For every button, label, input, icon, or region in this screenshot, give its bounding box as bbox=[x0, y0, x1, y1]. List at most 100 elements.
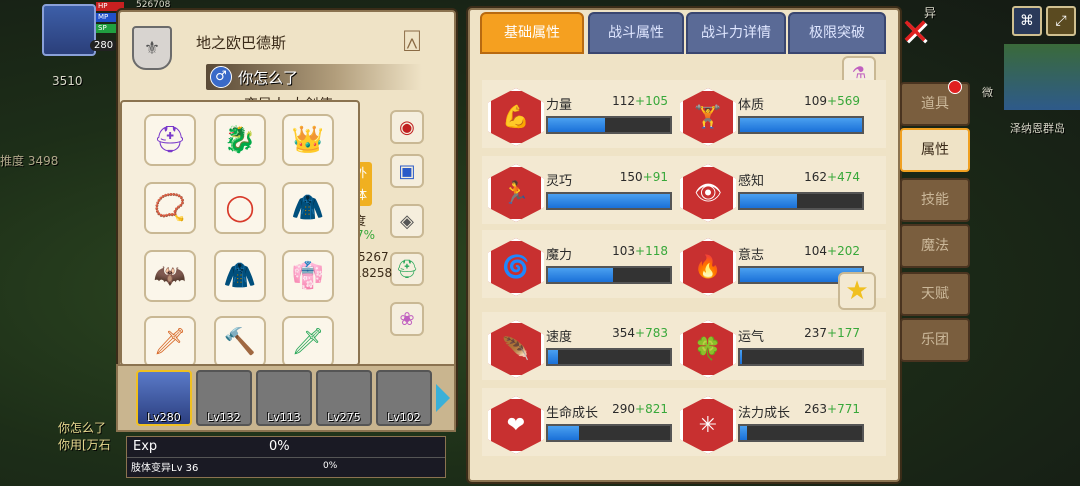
party-member-level: Lv102 bbox=[387, 411, 421, 424]
tab-combat-attributes[interactable]: 战斗属性 bbox=[588, 12, 684, 54]
side-menu-1[interactable]: 属性 bbox=[900, 128, 970, 172]
green-helmet-icon[interactable]: ⛑ bbox=[390, 252, 424, 286]
silver-hammer-icon[interactable]: 🔨 bbox=[214, 316, 266, 368]
stat-name: 体质 bbox=[738, 98, 765, 113]
side-menu-3[interactable]: 魔法 bbox=[900, 224, 970, 268]
stat-name: 魔力 bbox=[546, 248, 573, 263]
next-arrow-icon[interactable] bbox=[436, 384, 450, 412]
gold-counter: 3510 bbox=[52, 74, 83, 88]
party-member[interactable]: Lv132 bbox=[196, 370, 252, 426]
stat-cell[interactable]: ✳ 法力成长 263+771 bbox=[674, 388, 864, 456]
stat-base: 162 bbox=[804, 170, 828, 184]
player-level-badge: 280 bbox=[90, 40, 118, 51]
muscle-arm-icon: 💪 bbox=[488, 88, 544, 146]
red-ring-necklace-icon[interactable]: ◯ bbox=[214, 182, 266, 234]
tab-basic-attributes[interactable]: 基础属性 bbox=[480, 12, 584, 54]
stat-value: 150+91 bbox=[620, 170, 668, 184]
side-menu-label: 天赋 bbox=[921, 286, 949, 302]
party-member-level: Lv275 bbox=[327, 411, 361, 424]
stat-progress-fill bbox=[548, 268, 613, 282]
dragon-head-icon[interactable]: 🐉 bbox=[214, 114, 266, 166]
stat-cell[interactable]: 🌀 魔力 103+118 bbox=[482, 230, 672, 298]
stats-panel: 基础属性 战斗属性 战斗力详情 极限突破 ⚗ 💪 力量 112+105 🏋 体质 109+… bbox=[468, 8, 900, 482]
expand-icon[interactable]: ⤢ bbox=[1046, 6, 1076, 36]
stat-cell[interactable]: 🔥 意志 104+202 bbox=[674, 230, 864, 298]
stat-name: 力量 bbox=[546, 98, 573, 113]
stat-base: 112 bbox=[612, 94, 636, 108]
side-menu-label: 技能 bbox=[921, 192, 949, 208]
stat-progress-bar bbox=[738, 192, 864, 210]
star-icon[interactable]: ★ bbox=[838, 272, 876, 310]
tab-combat-power-details[interactable]: 战斗力详情 bbox=[686, 12, 786, 54]
side-menu-label: 道具 bbox=[921, 96, 949, 112]
side-menu-4[interactable]: 天赋 bbox=[900, 272, 970, 316]
notification-dot-icon bbox=[948, 80, 962, 94]
party-member[interactable]: Lv275 bbox=[316, 370, 372, 426]
stat-progress-bar bbox=[738, 424, 864, 442]
wardrobe-hanger-icon[interactable]: ⍓ bbox=[386, 24, 438, 64]
stat-bonus: +91 bbox=[642, 170, 668, 184]
gem-necklace-icon[interactable]: 📿 bbox=[144, 182, 196, 234]
stat-progress-bar bbox=[546, 266, 672, 284]
stat-cell[interactable]: 💪 力量 112+105 bbox=[482, 80, 672, 148]
minimap[interactable] bbox=[1004, 44, 1080, 110]
eye-icon: 👁 bbox=[680, 164, 736, 222]
party-member[interactable]: Lv102 bbox=[376, 370, 432, 426]
blue-coat-icon[interactable]: 🧥 bbox=[214, 250, 266, 302]
stat-progress-fill bbox=[740, 118, 862, 132]
bunny-icon[interactable]: ❀ bbox=[390, 302, 424, 336]
stat-cell[interactable]: ❤ 生命成长 290+821 bbox=[482, 388, 672, 456]
hud-stat-number: 526708 bbox=[136, 0, 171, 10]
dark-armor-icon[interactable]: ◈ bbox=[390, 204, 424, 238]
class-emblem: ⚜ bbox=[132, 26, 172, 70]
stat-bonus: +569 bbox=[827, 94, 860, 108]
crimson-robe-icon[interactable]: 👘 bbox=[282, 250, 334, 302]
network-icon[interactable]: ⌘ bbox=[1012, 6, 1042, 36]
stat-cell[interactable]: 🍀 运气 237+177 bbox=[674, 312, 864, 380]
power-indicator: 推度 3498 bbox=[0, 154, 59, 168]
party-bar: Lv280 Lv132 Lv113 Lv275 Lv102 bbox=[116, 364, 456, 432]
stat-cell[interactable]: 🪶 速度 354+783 bbox=[482, 312, 672, 380]
male-icon: ♂ bbox=[210, 66, 232, 88]
stat-name: 速度 bbox=[546, 330, 573, 345]
island-name: 泽纳恩群岛 bbox=[1010, 122, 1065, 135]
side-menu-label: 魔法 bbox=[921, 238, 949, 254]
stat-name: 灵巧 bbox=[546, 174, 573, 189]
stat-bonus: +783 bbox=[635, 326, 668, 340]
side-menu-5[interactable]: 乐团 bbox=[900, 318, 970, 362]
tab-limit-break[interactable]: 极限突破 bbox=[788, 12, 886, 54]
party-member[interactable]: Lv113 bbox=[256, 370, 312, 426]
stat-progress-bar bbox=[546, 116, 672, 134]
character-name: 地之欧巴德斯 bbox=[196, 34, 287, 52]
dark-helmet-icon[interactable]: ⛑ bbox=[144, 114, 196, 166]
stat-bonus: +202 bbox=[827, 244, 860, 258]
jade-sword-icon[interactable]: 🗡 bbox=[282, 316, 334, 368]
chat-line: 你怎么了 bbox=[58, 421, 107, 435]
stat-name: 运气 bbox=[738, 330, 765, 345]
stat-value: 112+105 bbox=[612, 94, 668, 108]
red-armor-icon[interactable]: 🧥 bbox=[282, 182, 334, 234]
will-flame-icon: 🔥 bbox=[680, 238, 736, 296]
exp-label: Exp bbox=[133, 439, 158, 454]
red-emblem-icon[interactable]: ◉ bbox=[390, 110, 424, 144]
blue-chest-icon[interactable]: ▣ bbox=[390, 154, 424, 188]
flame-spear-icon[interactable]: 🗡 bbox=[144, 316, 196, 368]
player-avatar[interactable] bbox=[42, 4, 96, 56]
stat-base: 103 bbox=[612, 244, 636, 258]
stat-name: 生命成长 bbox=[546, 406, 599, 421]
strongman-icon: 🏋 bbox=[680, 88, 736, 146]
side-menu-0[interactable]: 道具 bbox=[900, 80, 970, 126]
stat-base: 104 bbox=[804, 244, 828, 258]
bat-wings-icon[interactable]: 🦇 bbox=[144, 250, 196, 302]
stat-base: 290 bbox=[612, 402, 636, 416]
stat-value: 290+821 bbox=[612, 402, 668, 416]
stat-cell[interactable]: 🏋 体质 109+569 bbox=[674, 80, 864, 148]
party-member[interactable]: Lv280 bbox=[136, 370, 192, 426]
stat-row: 🌀 魔力 103+118 🔥 意志 104+202 bbox=[482, 230, 886, 298]
stat-cell[interactable]: 🏃 灵巧 150+91 bbox=[482, 156, 672, 224]
stat-progress-fill bbox=[548, 426, 579, 440]
side-menu-2[interactable]: 技能 bbox=[900, 178, 970, 222]
stat-cell[interactable]: 👁 感知 162+474 bbox=[674, 156, 864, 224]
gold-crown-icon[interactable]: 👑 bbox=[282, 114, 334, 166]
heart-growth-icon: ❤ bbox=[488, 396, 544, 454]
